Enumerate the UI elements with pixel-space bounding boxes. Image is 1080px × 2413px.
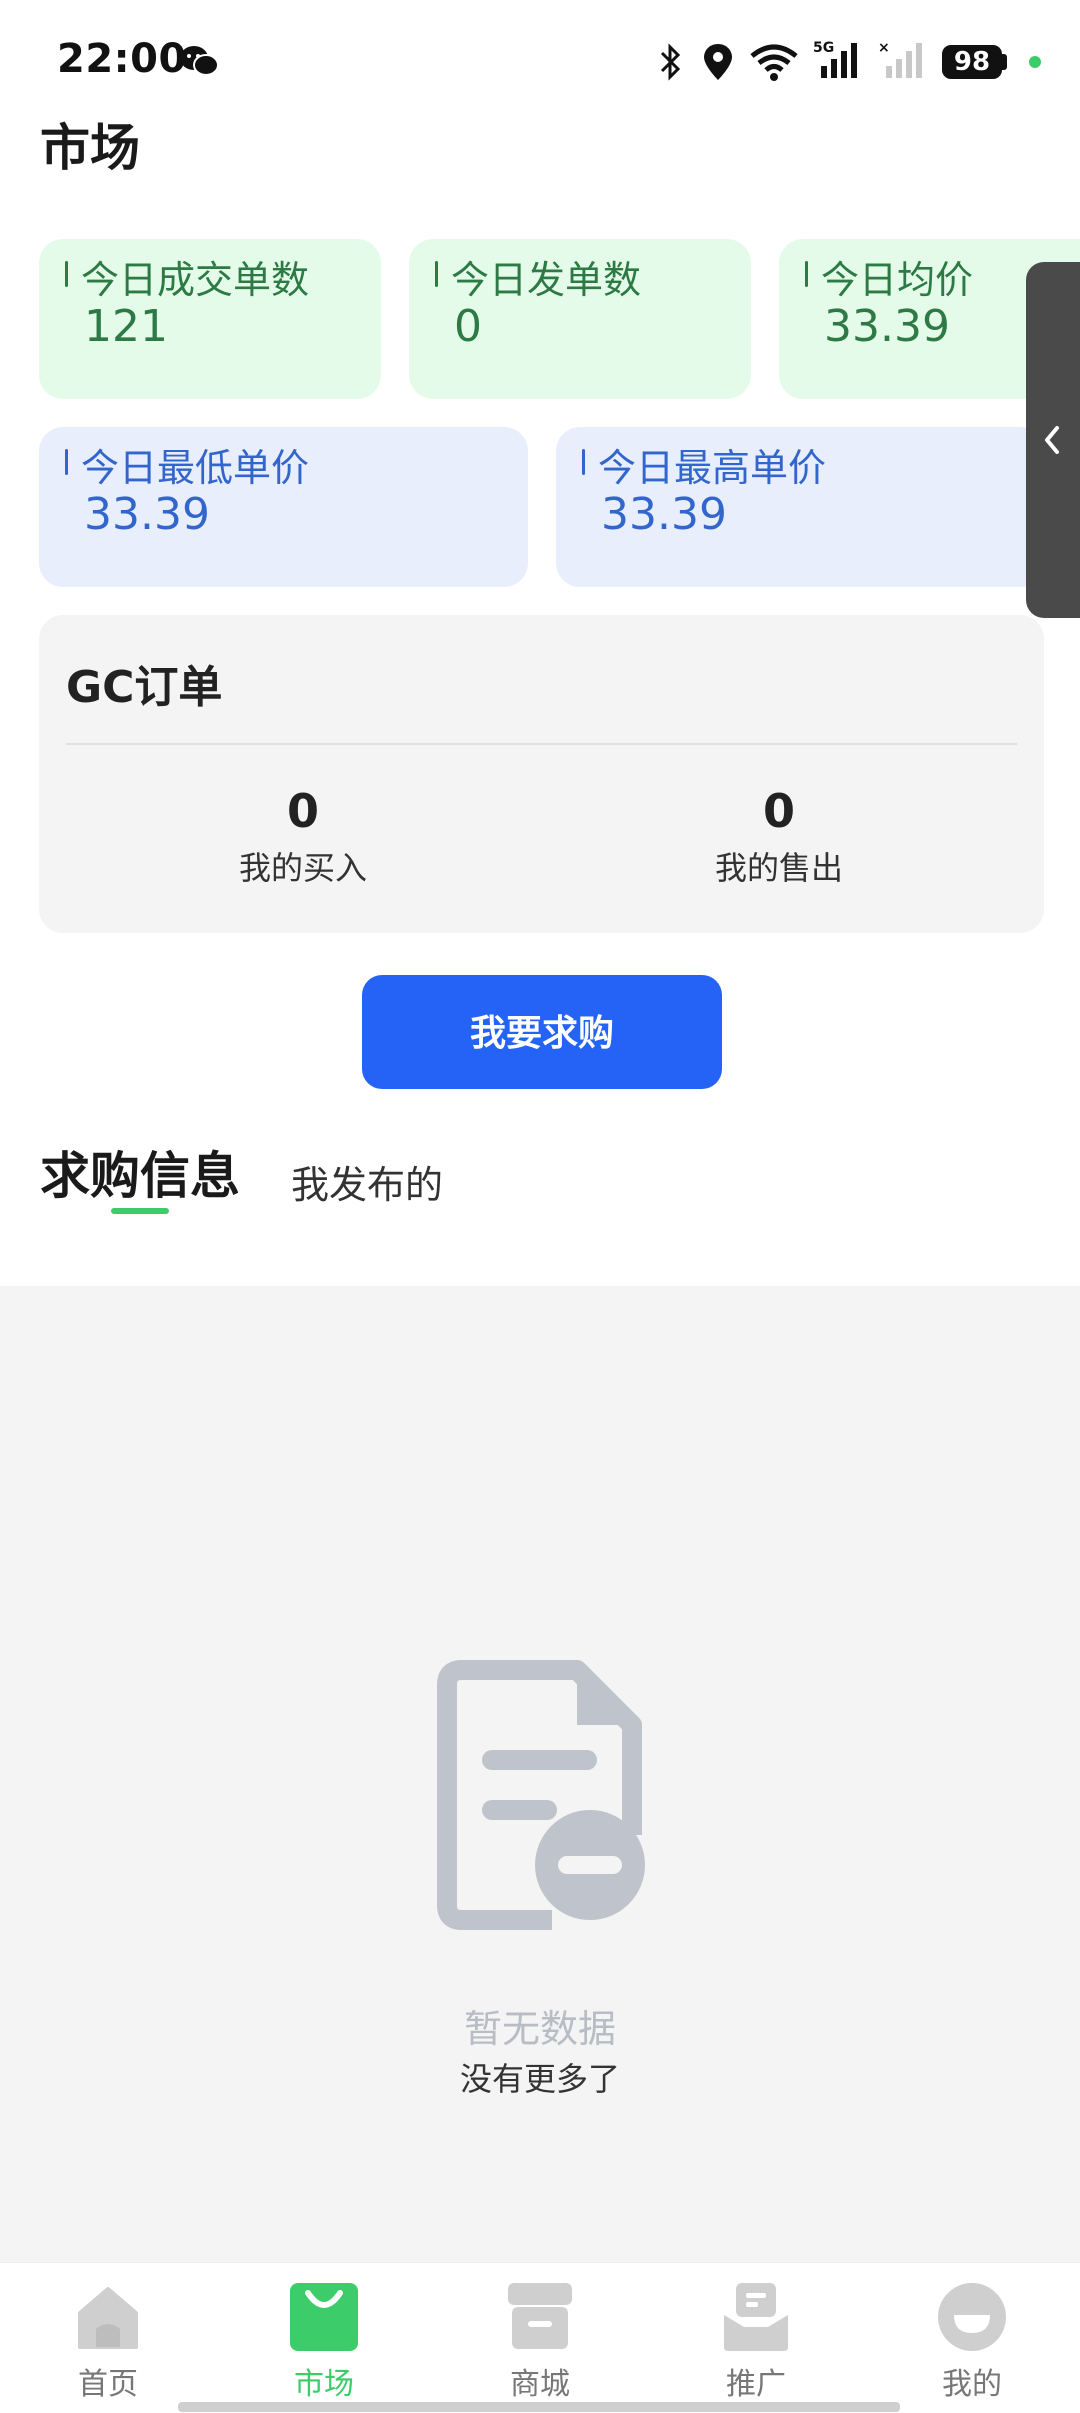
active-tab-indicator (111, 1208, 169, 1214)
svg-text:×: × (878, 40, 890, 56)
bluetooth-icon (660, 43, 681, 81)
nav-label: 推广 (726, 2367, 786, 2402)
empty-state-subtitle: 没有更多了 (459, 2060, 620, 2098)
sales-label: 我的售出 (714, 849, 843, 887)
card-accent-bar (805, 261, 808, 287)
stat-value: 121 (84, 301, 168, 352)
tab-purchase-requests[interactable]: 求购信息 (40, 1136, 240, 1208)
status-bar: 22:00 5G × 98 (0, 0, 1080, 120)
stat-label: 今日成交单数 (81, 258, 310, 302)
nav-item-promotion[interactable]: 推广 (648, 2263, 864, 2413)
battery-indicator: 98 (942, 45, 1002, 79)
signal-5g-icon: 5G (813, 40, 857, 78)
my-purchases[interactable]: 0 我的买入 (153, 783, 453, 889)
gc-orders-panel: GC订单 0 我的买入 0 我的售出 (39, 615, 1044, 933)
stat-value: 33.39 (601, 489, 727, 540)
nav-label: 我的 (942, 2367, 1002, 2402)
store-icon (508, 2283, 572, 2349)
wechat-icon (180, 46, 219, 76)
sales-count: 0 (762, 784, 795, 838)
stat-card-max-price: 今日最高单价 33.39 (556, 427, 1045, 587)
stat-label: 今日发单数 (451, 258, 642, 302)
home-indicator (178, 2402, 900, 2412)
home-icon (78, 2287, 138, 2349)
wifi-icon (750, 44, 798, 81)
bottom-nav: 首页 市场 商城 推广 我的 (0, 2262, 1080, 2413)
nav-item-market[interactable]: 市场 (216, 2263, 432, 2413)
card-accent-bar (65, 261, 68, 287)
nav-label: 市场 (294, 2367, 354, 2402)
stat-label: 今日均价 (821, 258, 974, 302)
my-sales[interactable]: 0 我的售出 (629, 783, 929, 889)
purchases-count: 0 (286, 784, 319, 838)
privacy-indicator-dot (1029, 56, 1041, 68)
nav-label: 商城 (510, 2367, 570, 2402)
stat-label: 今日最低单价 (81, 446, 310, 490)
divider (66, 743, 1017, 745)
chevron-left-icon (1045, 426, 1059, 454)
profile-icon (938, 2283, 1006, 2351)
stat-card-min-price: 今日最低单价 33.39 (39, 427, 528, 587)
battery-tip (1002, 54, 1007, 70)
card-accent-bar (65, 449, 68, 475)
location-icon (704, 44, 732, 80)
nav-item-home[interactable]: 首页 (0, 2263, 216, 2413)
stat-label: 今日最高单价 (598, 446, 827, 490)
page-title: 市场 (40, 119, 140, 177)
stat-value: 33.39 (824, 301, 950, 352)
nav-label: 首页 (78, 2367, 138, 2402)
stat-card-deals-today: 今日成交单数 121 (39, 239, 381, 399)
stat-card-orders-today: 今日发单数 0 (409, 239, 751, 399)
request-purchase-button[interactable]: 我要求购 (362, 975, 722, 1089)
stat-value: 33.39 (84, 489, 210, 540)
svg-text:5G: 5G (813, 40, 834, 56)
nav-item-store[interactable]: 商城 (432, 2263, 648, 2413)
card-accent-bar (435, 261, 438, 287)
card-accent-bar (582, 449, 585, 475)
empty-document-icon (437, 1660, 645, 1930)
purchases-label: 我的买入 (238, 849, 367, 887)
nav-item-me[interactable]: 我的 (864, 2263, 1080, 2413)
empty-state-title: 暂无数据 (463, 2007, 616, 2051)
tab-my-posts[interactable]: 我发布的 (291, 1154, 443, 1209)
shopping-bag-icon (290, 2283, 358, 2351)
gc-orders-title: GC订单 (66, 662, 223, 713)
side-drawer-tab[interactable] (1026, 262, 1080, 618)
mail-tray-icon (724, 2283, 788, 2351)
stat-value: 0 (454, 301, 482, 352)
status-time: 22:00 (57, 36, 187, 82)
signal-no-sim-icon: × (878, 40, 922, 78)
